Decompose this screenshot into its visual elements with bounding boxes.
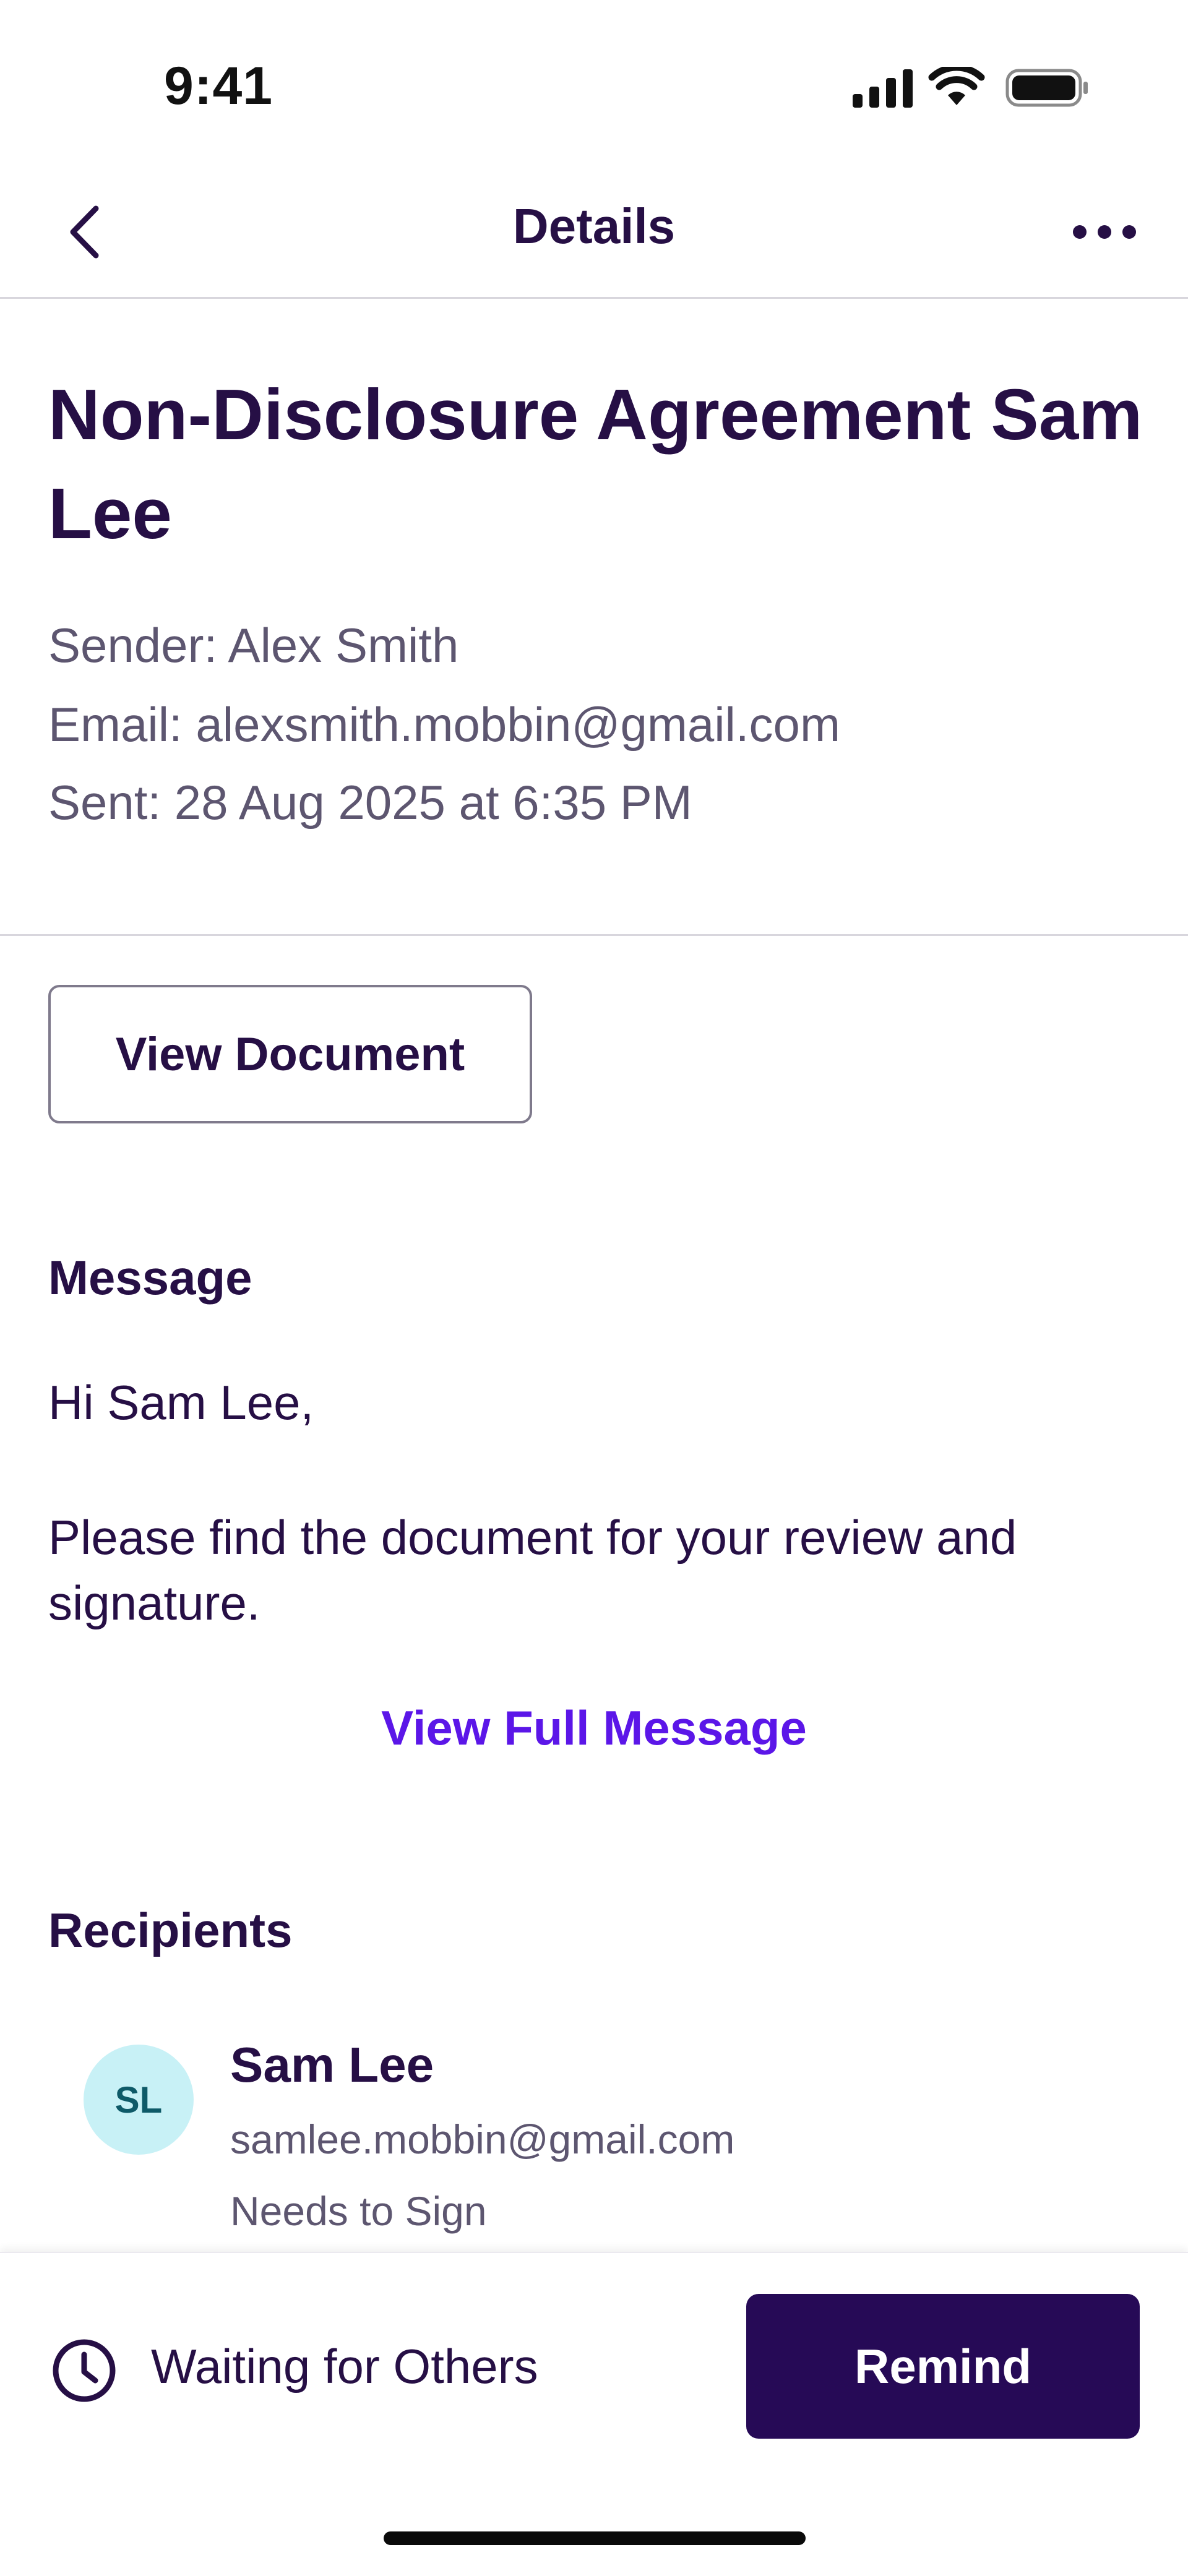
waiting-status-label: Waiting for Others [151, 2339, 538, 2394]
battery-icon [1005, 69, 1088, 107]
avatar: SL [84, 2045, 194, 2155]
message-heading: Message [48, 1250, 252, 1305]
document-title: Non-Disclosure Agreement Sam Lee [48, 374, 1143, 554]
sent-date-line: Sent: 28 Aug 2025 at 6:35 PM [48, 775, 692, 830]
remind-button[interactable]: Remind [746, 2294, 1140, 2439]
status-bar: 9:41 [0, 0, 1188, 173]
more-horizontal-icon [1073, 225, 1136, 239]
recipient-status: Needs to Sign [230, 2188, 487, 2234]
message-body: Please find the document for your review… [48, 1510, 1017, 1630]
wifi-icon [928, 67, 985, 105]
recipient-name: Sam Lee [230, 2037, 434, 2092]
home-indicator [384, 2531, 806, 2545]
more-options-button[interactable] [1064, 198, 1145, 266]
cellular-signal-icon [853, 69, 913, 108]
view-document-button[interactable]: View Document [48, 985, 532, 1123]
view-full-message-link[interactable]: View Full Message [0, 1700, 1188, 1756]
sender-email-line: Email: alexsmith.mobbin@gmail.com [48, 697, 840, 752]
message-greeting: Hi Sam Lee, [48, 1375, 314, 1430]
recipient-email: samlee.mobbin@gmail.com [230, 2116, 735, 2162]
status-time: 9:41 [164, 56, 273, 116]
section-divider [0, 934, 1188, 936]
navigation-bar: Details [0, 173, 1188, 299]
sender-line: Sender: Alex Smith [48, 618, 459, 672]
page-title: Details [512, 199, 676, 254]
recipients-heading: Recipients [48, 1903, 293, 1957]
clock-icon [53, 2339, 116, 2402]
bottom-action-bar: Waiting for Others Remind [0, 2252, 1188, 2576]
